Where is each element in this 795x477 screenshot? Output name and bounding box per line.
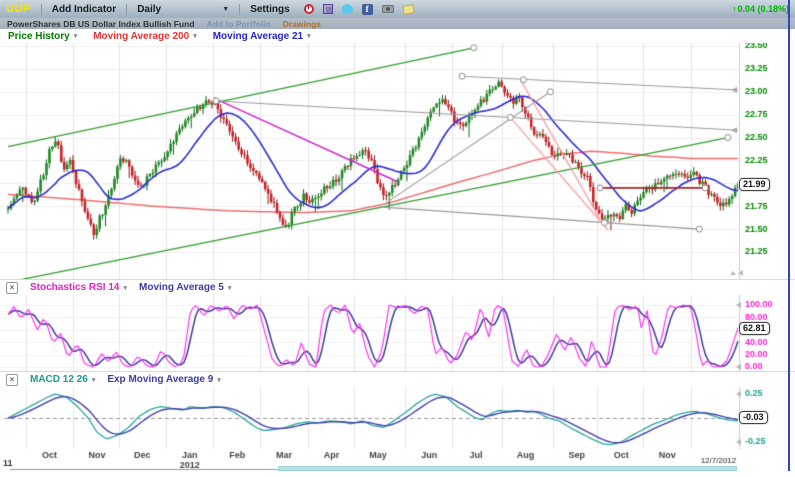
toolbar-separator bbox=[239, 4, 240, 15]
stoch-panel-header: × Stochastics RSI 14 ▾ Moving Average 5 … bbox=[0, 279, 795, 295]
toolbar-icons: f bbox=[304, 4, 414, 15]
macd-chart-canvas[interactable] bbox=[0, 387, 795, 449]
price-history-dropdown[interactable]: Price History ▾ bbox=[8, 31, 77, 42]
close-stoch-panel-button[interactable]: × bbox=[6, 282, 18, 294]
add-indicator-button[interactable]: Add Indicator bbox=[52, 4, 116, 15]
stoch-ma-dropdown[interactable]: Moving Average 5 ▾ bbox=[139, 282, 231, 293]
ma200-dropdown[interactable]: Moving Average 200 ▾ bbox=[93, 31, 196, 42]
time-axis-scrollbar[interactable] bbox=[0, 449, 795, 477]
macd-panel-header: × MACD 12 26 ▾ Exp Moving Average 9 ▾ bbox=[0, 371, 795, 387]
charting-app-window: UUP Add Indicator Daily ▼ Settings f ↑ 0… bbox=[0, 0, 795, 477]
ma21-dropdown[interactable]: Moving Average 21 ▾ bbox=[213, 31, 311, 42]
toolbar-separator bbox=[126, 4, 127, 15]
stoch-chart-canvas[interactable] bbox=[0, 295, 795, 371]
price-legend-row: Price History ▾ Moving Average 200 ▾ Mov… bbox=[0, 29, 795, 43]
change-value: 0.04 (0.18%) bbox=[737, 4, 789, 14]
alarm-clock-icon[interactable] bbox=[304, 4, 314, 14]
chevron-down-icon: ▾ bbox=[307, 32, 311, 40]
stoch-indicator-dropdown[interactable]: Stochastics RSI 14 ▾ bbox=[30, 282, 127, 293]
chevron-down-icon: ▾ bbox=[74, 32, 78, 40]
chevron-down-icon: ▾ bbox=[193, 32, 197, 40]
macd-indicator-dropdown[interactable]: MACD 12 26 ▾ bbox=[30, 374, 95, 385]
price-history-label: Price History bbox=[8, 31, 70, 42]
interval-dropdown[interactable]: Daily ▼ bbox=[137, 4, 229, 15]
market-cube-icon[interactable] bbox=[323, 4, 333, 14]
close-macd-panel-button[interactable]: × bbox=[6, 374, 18, 386]
toolbar: UUP Add Indicator Daily ▼ Settings f ↑ 0… bbox=[0, 0, 795, 18]
add-to-portfolio-link[interactable]: Add to Portfolio bbox=[207, 19, 271, 29]
macd-ema-label: Exp Moving Average 9 bbox=[107, 374, 213, 385]
window-right-border bbox=[788, 0, 790, 471]
twitter-icon[interactable] bbox=[342, 4, 353, 14]
stoch-indicator-label: Stochastics RSI 14 bbox=[30, 282, 119, 293]
chevron-down-icon: ▾ bbox=[228, 284, 232, 292]
symbol-label: UUP bbox=[6, 3, 31, 15]
macd-value-badge: -0.03 bbox=[739, 411, 768, 424]
note-icon[interactable] bbox=[402, 4, 414, 14]
stoch-value-badge: 62.81 bbox=[739, 322, 770, 335]
drawings-menu[interactable]: Drawings bbox=[283, 19, 321, 29]
fund-name: PowerShares DB US Dollar Index Bullish F… bbox=[7, 19, 195, 29]
chevron-down-icon: ▾ bbox=[92, 376, 96, 384]
up-arrow-icon: ↑ bbox=[732, 4, 737, 14]
subbar: PowerShares DB US Dollar Index Bullish F… bbox=[0, 18, 795, 29]
price-change-indicator: ↑ 0.04 (0.18%) bbox=[732, 4, 789, 14]
chevron-down-icon: ▼ bbox=[222, 6, 229, 13]
macd-indicator-label: MACD 12 26 bbox=[30, 374, 88, 385]
facebook-icon[interactable]: f bbox=[362, 4, 373, 15]
interval-value: Daily bbox=[137, 4, 161, 15]
camera-icon[interactable] bbox=[382, 5, 394, 13]
toolbar-separator bbox=[41, 4, 42, 15]
chevron-down-icon: ▾ bbox=[217, 376, 221, 384]
settings-button[interactable]: Settings bbox=[250, 4, 289, 15]
stoch-ma-label: Moving Average 5 bbox=[139, 282, 224, 293]
ma200-label: Moving Average 200 bbox=[93, 31, 189, 42]
macd-ema-dropdown[interactable]: Exp Moving Average 9 ▾ bbox=[107, 374, 220, 385]
price-chart-canvas[interactable] bbox=[0, 43, 795, 279]
last-price-badge: 21.99 bbox=[739, 178, 770, 191]
chevron-down-icon: ▾ bbox=[123, 284, 127, 292]
ma21-label: Moving Average 21 bbox=[213, 31, 303, 42]
